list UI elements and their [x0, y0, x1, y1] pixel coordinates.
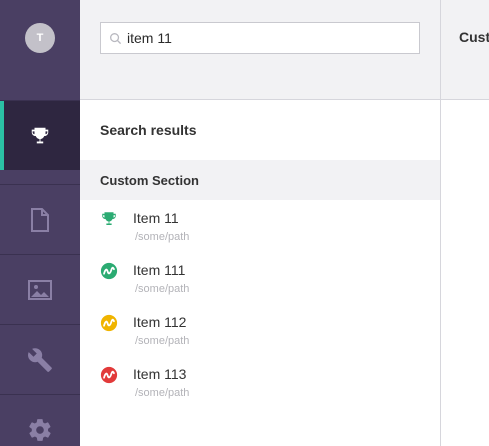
result-item[interactable]: Item 11 /some/path [100, 204, 420, 254]
result-item[interactable]: Item 111 /some/path [100, 256, 420, 306]
image-icon [28, 279, 52, 300]
result-path: /some/path [135, 335, 190, 347]
result-path: /some/path [135, 283, 190, 295]
sidebar-item-tools[interactable] [0, 324, 80, 394]
app: T item 11 Search results Custom Section … [0, 0, 489, 446]
wave-badge-icon [100, 314, 118, 332]
result-name: Item 11 [133, 210, 179, 226]
sidebar-item-settings[interactable] [0, 394, 80, 446]
wave-badge-icon [100, 366, 118, 384]
content-header: Custom [441, 0, 489, 100]
sidebar-item-media[interactable] [0, 254, 80, 324]
wrench-icon [28, 347, 52, 372]
trophy-icon [102, 212, 116, 225]
sidebar: T [0, 0, 80, 446]
sidebar-header: T [0, 0, 80, 100]
result-path: /some/path [135, 231, 190, 243]
sidebar-item-documents[interactable] [0, 184, 80, 254]
result-name: Item 113 [133, 366, 187, 382]
sidebar-item-rewards[interactable] [0, 100, 80, 170]
result-item[interactable]: Item 112 /some/path [100, 308, 420, 358]
search-results-panel: Search results Custom Section Item 11 /s… [80, 100, 441, 446]
trophy-icon [31, 127, 49, 143]
avatar[interactable]: T [25, 23, 55, 53]
result-path: /some/path [135, 387, 190, 399]
results-title: Search results [100, 122, 197, 138]
search-input[interactable] [127, 30, 407, 46]
search-box[interactable] [100, 22, 420, 54]
content-title: Custom [459, 29, 489, 45]
result-name: Item 111 [133, 262, 186, 278]
search-panel [80, 0, 441, 100]
gear-icon [29, 418, 51, 441]
search-icon [110, 32, 122, 44]
wave-badge-icon [100, 262, 118, 280]
result-item[interactable]: Item 113 /some/path [100, 360, 420, 410]
section-header: Custom Section [80, 160, 441, 200]
result-name: Item 112 [133, 314, 187, 330]
document-icon [31, 207, 49, 232]
